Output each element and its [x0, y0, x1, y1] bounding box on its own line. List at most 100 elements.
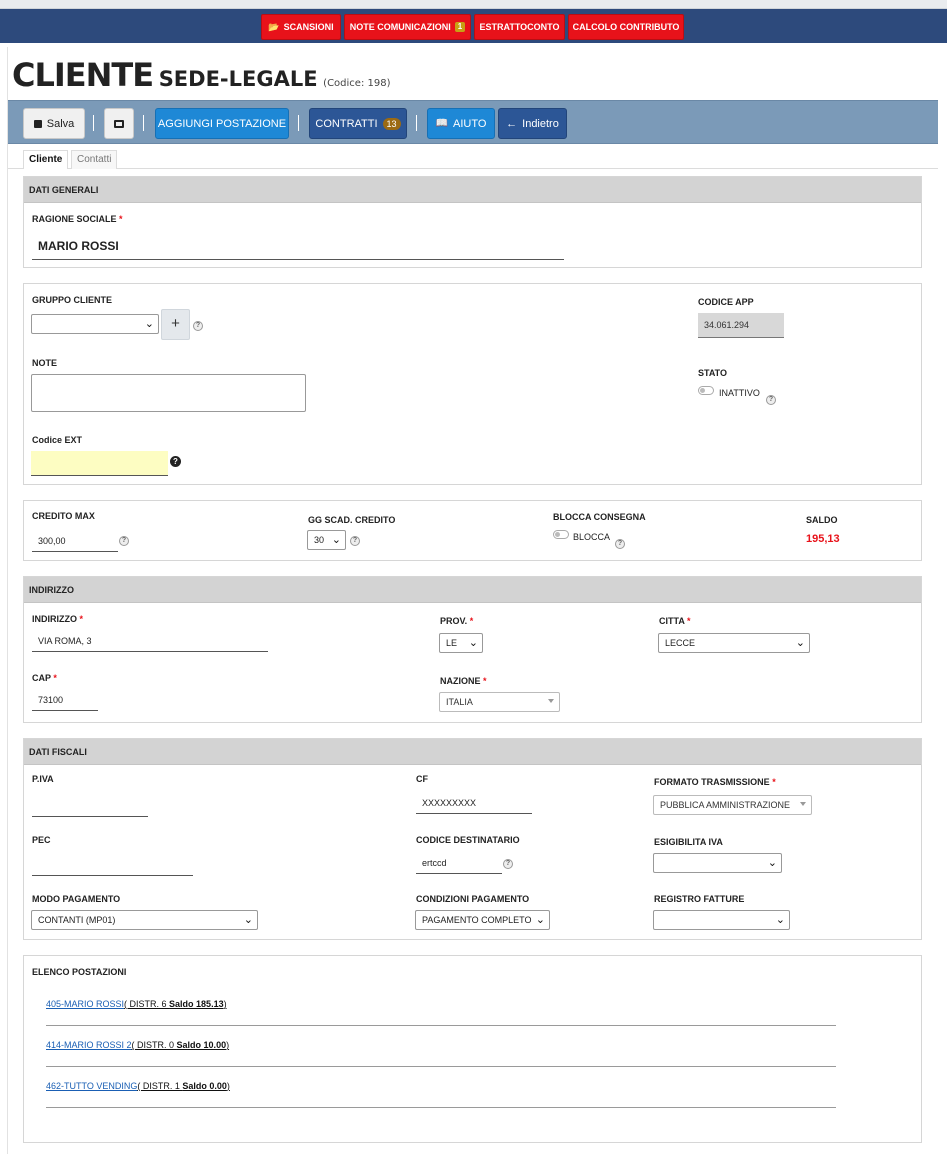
codice-destinatario-input[interactable]: ertccd: [416, 854, 502, 874]
formato-trasmissione-select[interactable]: PUBBLICA AMMINISTRAZIONE: [653, 795, 812, 815]
help-icon[interactable]: ?: [193, 321, 203, 331]
help-icon[interactable]: ?: [766, 395, 776, 405]
gg-scad-credito-label: GG SCAD. CREDITO: [308, 515, 396, 525]
aggiungi-postazione-label: AGGIUNGI POSTAZIONE: [157, 117, 287, 130]
client-code: (Codice: 198): [323, 78, 391, 89]
condizioni-pagamento-value: PAGAMENTO COMPLETO: [422, 915, 532, 925]
print-button[interactable]: [104, 108, 134, 139]
ragione-sociale-field[interactable]: MARIO ROSSI: [32, 233, 564, 260]
help-icon[interactable]: ?: [503, 859, 513, 869]
title-sub: SEDE-LEGALE: [158, 67, 318, 91]
cap-label: CAP *: [32, 673, 57, 683]
postazione-link[interactable]: 462-TUTTO VENDING: [46, 1081, 137, 1091]
scansioni-button[interactable]: 📂 SCANSIONI: [261, 14, 341, 40]
gruppo-cliente-label: GRUPPO CLIENTE: [32, 295, 113, 305]
esigibilita-iva-select[interactable]: ⌄: [653, 853, 782, 873]
help-icon[interactable]: ?: [350, 536, 360, 546]
postazione-link[interactable]: 405-MARIO ROSSI: [46, 999, 124, 1009]
registro-fatture-select[interactable]: ⌄: [653, 910, 790, 930]
caret-down-icon: [548, 699, 554, 703]
chevron-down-icon: ⌄: [767, 857, 777, 869]
modo-pagamento-select[interactable]: CONTANTI (MP01) ⌄: [31, 910, 258, 930]
indietro-label: Indietro: [522, 117, 559, 130]
credito-max-label: CREDITO MAX: [32, 511, 95, 521]
postazione-link[interactable]: 414-MARIO ROSSI 2: [46, 1040, 132, 1050]
plus-icon: +: [171, 315, 180, 332]
arrow-left-icon: ←: [506, 117, 518, 130]
postazione-distr: ( DISTR. 0: [131, 1040, 177, 1050]
citta-label: CITTA *: [659, 616, 691, 626]
list-item[interactable]: 405-MARIO ROSSI( DISTR. 6 Saldo 185.13): [46, 999, 227, 1009]
blocca-consegna-toggle[interactable]: [553, 530, 569, 539]
dati-fiscali-panel: DATI FISCALI P.IVA CF XXXXXXXXX FORMATO …: [23, 738, 922, 940]
dati-generali-panel: DATI GENERALI RAGIONE SOCIALE * MARIO RO…: [23, 176, 922, 268]
salva-button[interactable]: Salva: [23, 108, 85, 139]
toolbar-separator: [143, 115, 144, 131]
action-toolbar: Salva AGGIUNGI POSTAZIONE CONTRATTI 13 📖…: [8, 100, 938, 144]
divider: [46, 1066, 836, 1067]
chevron-down-icon: ⌄: [535, 914, 545, 926]
note-comunicazioni-label: NOTE COMUNICAZIONI: [349, 22, 451, 32]
nazione-label: NAZIONE *: [440, 676, 487, 686]
chevron-down-icon: ⌄: [795, 637, 805, 649]
blocca-consegna-value: BLOCCA: [573, 532, 611, 542]
help-icon[interactable]: ?: [615, 539, 625, 549]
codice-destinatario-label: CODICE DESTINATARIO: [416, 835, 520, 845]
aiuto-button[interactable]: 📖 AIUTO: [427, 108, 495, 139]
condizioni-pagamento-select[interactable]: PAGAMENTO COMPLETO ⌄: [415, 910, 550, 930]
book-icon: 📖: [435, 118, 449, 129]
cap-value: 73100: [38, 695, 64, 705]
aggiungi-postazione-button[interactable]: AGGIUNGI POSTAZIONE: [155, 108, 289, 139]
credito-max-input[interactable]: 300,00: [32, 532, 118, 552]
note-textarea[interactable]: [31, 374, 306, 412]
indietro-button[interactable]: ← Indietro: [498, 108, 567, 139]
contratti-count-badge: 13: [382, 117, 401, 130]
calcolo-contributo-button[interactable]: CALCOLO CONTRIBUTO: [568, 14, 684, 40]
indirizzo-input[interactable]: VIA ROMA, 3: [32, 632, 268, 652]
add-gruppo-button[interactable]: +: [161, 309, 190, 340]
prov-select[interactable]: LE ⌄: [439, 633, 483, 653]
scansioni-label: SCANSIONI: [283, 22, 334, 32]
divider: [46, 1107, 836, 1108]
piva-label: P.IVA: [32, 774, 54, 784]
codice-ext-input[interactable]: [31, 451, 168, 476]
gg-scad-credito-value: 30: [314, 535, 325, 545]
toolbar-separator: [416, 115, 417, 131]
contratti-button[interactable]: CONTRATTI 13: [309, 108, 407, 139]
gruppo-cliente-select[interactable]: ⌄: [31, 314, 159, 334]
citta-select[interactable]: LECCE ⌄: [658, 633, 810, 653]
help-icon[interactable]: ?: [119, 536, 129, 546]
codice-ext-label: Codice EXT: [32, 435, 83, 445]
citta-value: LECCE: [665, 638, 696, 648]
help-icon[interactable]: ?: [170, 456, 181, 467]
tab-cliente[interactable]: Cliente: [23, 150, 69, 169]
list-item[interactable]: 414-MARIO ROSSI 2( DISTR. 0 Saldo 10.00): [46, 1040, 229, 1050]
postazione-close: ): [226, 1081, 230, 1091]
nazione-select[interactable]: ITALIA: [439, 692, 560, 712]
note-comunicazioni-button[interactable]: NOTE COMUNICAZIONI 1: [344, 14, 471, 40]
cf-input[interactable]: XXXXXXXXX: [416, 794, 532, 814]
modo-pagamento-value: CONTANTI (MP01): [38, 915, 116, 925]
note-label: NOTE: [32, 358, 58, 368]
chevron-down-icon: ⌄: [243, 914, 253, 926]
postazione-saldo: Saldo 0.00: [182, 1081, 227, 1091]
calcolo-contributo-label: CALCOLO CONTRIBUTO: [572, 22, 680, 32]
tab-contatti[interactable]: Contatti: [71, 150, 118, 169]
caret-down-icon: [800, 802, 806, 806]
piva-input[interactable]: [32, 797, 148, 817]
list-item[interactable]: 462-TUTTO VENDING( DISTR. 1 Saldo 0.00): [46, 1081, 230, 1091]
codice-app-field: 34.061.294: [698, 313, 784, 338]
dati-generali-heading: DATI GENERALI: [24, 177, 921, 203]
pec-input[interactable]: [32, 856, 193, 876]
blocca-consegna-label: BLOCCA CONSEGNA: [553, 512, 646, 522]
stato-toggle[interactable]: [698, 386, 714, 395]
cap-input[interactable]: 73100: [32, 691, 98, 711]
page-title: CLIENTE SEDE-LEGALE (Codice: 198): [12, 56, 391, 94]
credito-max-value: 300,00: [38, 536, 66, 546]
esigibilita-iva-label: ESIGIBILITA IVA: [654, 837, 723, 847]
tab-contatti-label: Contatti: [77, 154, 112, 165]
gg-scad-credito-select[interactable]: 30 ⌄: [307, 530, 346, 550]
estrattoconto-button[interactable]: ESTRATTOCONTO: [474, 14, 565, 40]
salva-label: Salva: [46, 117, 75, 130]
divider: [46, 1025, 836, 1026]
